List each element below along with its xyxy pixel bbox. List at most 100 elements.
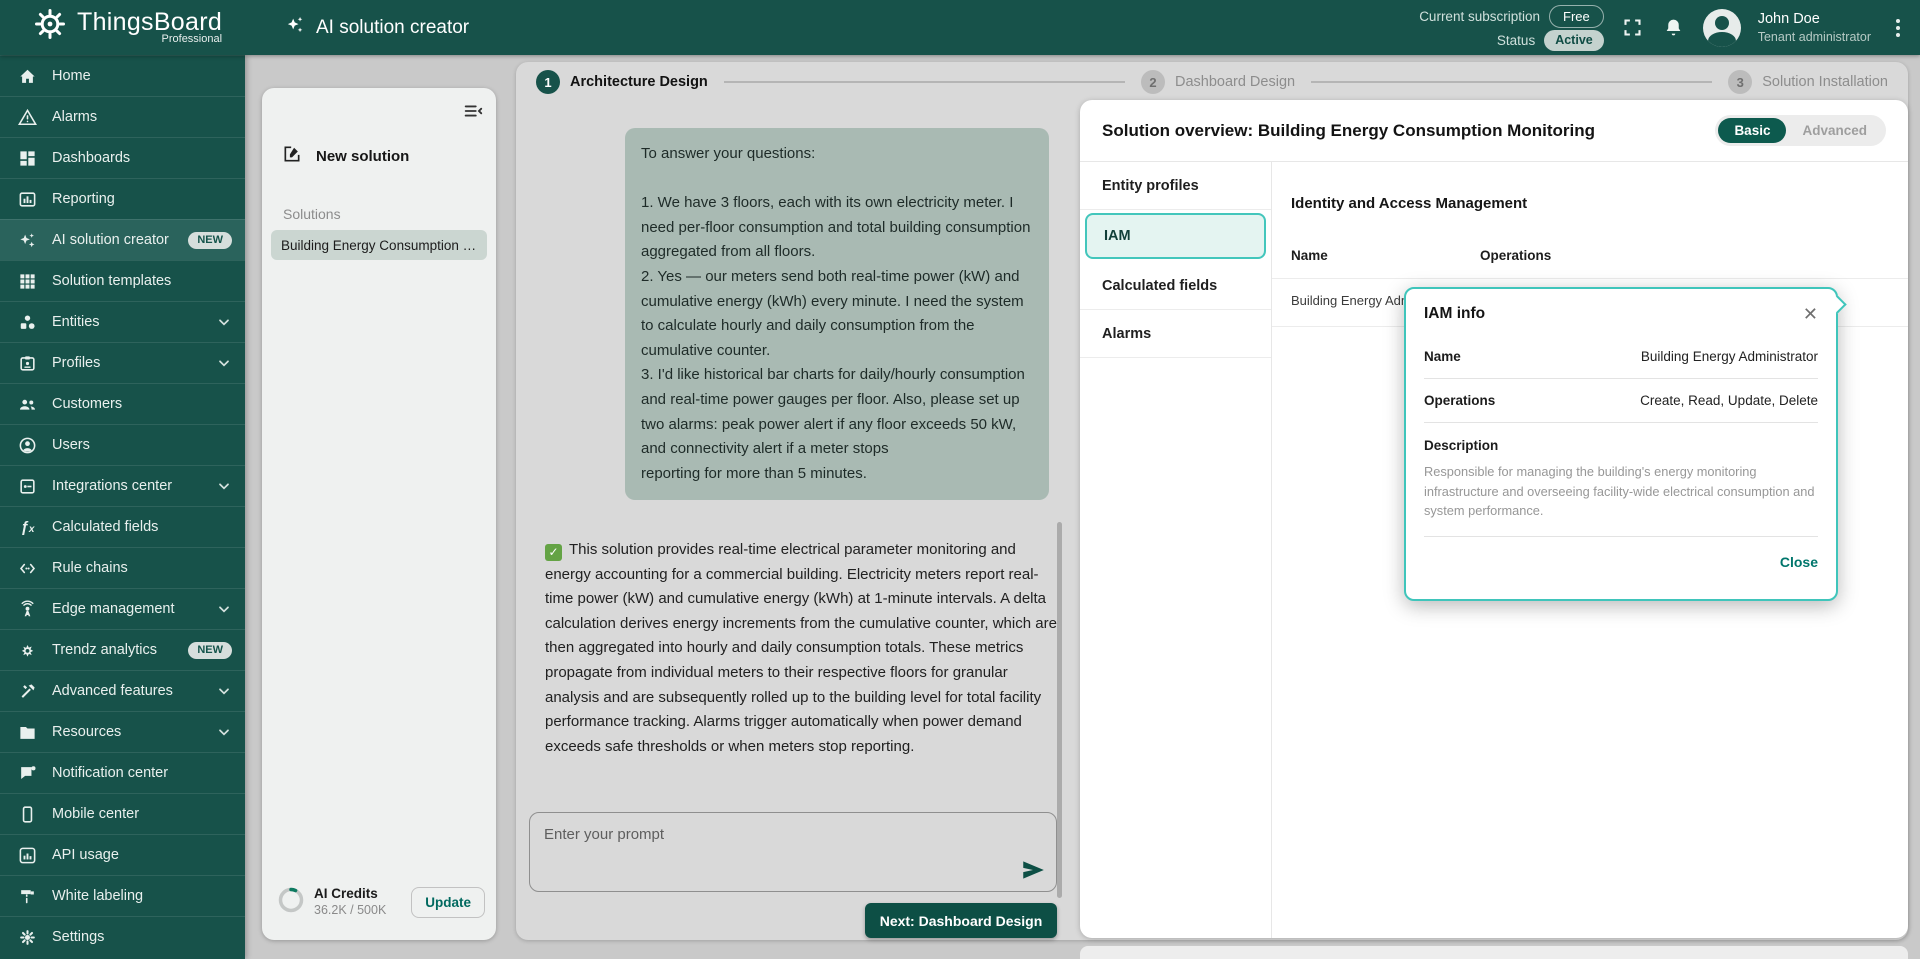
dashboards-icon	[18, 149, 37, 168]
close-icon[interactable]: ✕	[1803, 305, 1818, 323]
new-badge: NEW	[188, 642, 232, 659]
chat-scrollbar[interactable]	[1057, 522, 1062, 898]
sparkles-icon	[284, 14, 306, 42]
rule-chains-icon	[18, 559, 37, 578]
user-name: John Doe	[1758, 10, 1871, 28]
iam-info-popup: IAM info ✕ NameBuilding Energy Administr…	[1404, 287, 1838, 601]
column-header-operations: Operations	[1480, 248, 1551, 263]
sidebar-item-label: API usage	[52, 847, 119, 863]
sidebar-item-home[interactable]: Home	[0, 55, 245, 96]
sidebar-item-resources[interactable]: Resources	[0, 711, 245, 752]
popup-field-name: NameBuilding Energy Administrator	[1424, 335, 1818, 379]
step-connector	[724, 81, 1125, 83]
gear-icon	[18, 928, 37, 947]
tab-calculated-fields[interactable]: Calculated fields	[1080, 262, 1271, 310]
new-solution-button[interactable]: New solution	[282, 144, 409, 168]
sidebar-item-ai-solution-creator[interactable]: AI solution creatorNEW	[0, 219, 245, 260]
brand-name: ThingsBoard	[77, 9, 222, 35]
description-text: Responsible for managing the building's …	[1424, 462, 1818, 537]
ai-credits-block: AI Credits 36.2K / 500K Update	[277, 876, 485, 928]
more-menu-icon[interactable]	[1888, 15, 1908, 41]
sidebar-item-rule-chains[interactable]: Rule chains	[0, 547, 245, 588]
tab-alarms[interactable]: Alarms	[1080, 310, 1271, 358]
sidebar-item-reporting[interactable]: Reporting	[0, 178, 245, 219]
sidebar-item-label: Profiles	[52, 355, 100, 371]
profiles-icon	[18, 354, 37, 373]
sidebar-item-white-labeling[interactable]: White labeling	[0, 875, 245, 916]
sidebar-item-label: Users	[52, 437, 90, 453]
toggle-basic[interactable]: Basic	[1718, 118, 1786, 143]
tab-entity-profiles[interactable]: Entity profiles	[1080, 162, 1271, 210]
lower-card-edge	[1080, 946, 1908, 959]
sidebar-item-alarms[interactable]: Alarms	[0, 96, 245, 137]
entities-icon	[18, 313, 37, 332]
subscription-badge[interactable]: Free	[1549, 5, 1604, 28]
sidebar-item-edge-management[interactable]: Edge management	[0, 588, 245, 629]
step-label: Dashboard Design	[1175, 74, 1295, 90]
fullscreen-icon[interactable]	[1621, 16, 1645, 40]
sidebar-item-label: Customers	[52, 396, 122, 412]
notifications-bell-icon[interactable]	[1662, 16, 1686, 40]
check-icon: ✓	[545, 544, 562, 561]
sidebar-item-label: Dashboards	[52, 150, 130, 166]
update-credits-button[interactable]: Update	[411, 887, 485, 918]
sidebar-item-label: Solution templates	[52, 273, 171, 289]
wizard-stepper: 1Architecture Design 2Dashboard Design 3So…	[516, 62, 1908, 102]
sidebar-item-solution-templates[interactable]: Solution templates	[0, 260, 245, 301]
user-info[interactable]: John Doe Tenant administrator	[1758, 10, 1871, 46]
sidebar-item-api-usage[interactable]: API usage	[0, 834, 245, 875]
user-avatar[interactable]	[1703, 9, 1741, 47]
status-label: Status	[1497, 31, 1535, 50]
brand-logo[interactable]: ThingsBoard Professional	[32, 6, 222, 47]
chevron-down-icon	[216, 601, 232, 617]
chevron-down-icon	[216, 314, 232, 330]
page-title: AI solution creator	[284, 0, 469, 55]
chevron-down-icon	[216, 355, 232, 371]
field-label: Operations	[1424, 393, 1495, 408]
next-step-button[interactable]: Next: Dashboard Design	[865, 903, 1057, 938]
thingsboard-logo-icon	[32, 6, 68, 47]
popup-field-operations: Operations Create, Read, Update, Delete	[1424, 379, 1818, 423]
field-value: Building Energy Administrator	[1641, 349, 1818, 364]
edge-icon	[18, 600, 37, 619]
sidebar-item-trendz-analytics[interactable]: Trendz analyticsNEW	[0, 629, 245, 670]
mobile-icon	[18, 805, 37, 824]
sidebar-item-settings[interactable]: Settings	[0, 916, 245, 957]
new-solution-label: New solution	[316, 148, 409, 165]
step-2[interactable]: 2Dashboard Design	[1141, 70, 1295, 94]
chevron-down-icon	[216, 724, 232, 740]
send-icon[interactable]	[1020, 857, 1046, 883]
sidebar-item-customers[interactable]: Customers	[0, 383, 245, 424]
sidebar-item-mobile-center[interactable]: Mobile center	[0, 793, 245, 834]
sidebar-item-label: Entities	[52, 314, 100, 330]
sidebar-item-entities[interactable]: Entities	[0, 301, 245, 342]
sidebar-item-notification-center[interactable]: Notification center	[0, 752, 245, 793]
solution-list-item[interactable]: Building Energy Consumption …	[271, 230, 487, 260]
popup-close-button[interactable]: Close	[1424, 554, 1818, 570]
tab-iam[interactable]: IAM	[1085, 213, 1266, 259]
sidebar-item-integrations-center[interactable]: Integrations center	[0, 465, 245, 506]
api-chart-icon	[18, 846, 37, 865]
sidebar-item-label: Advanced features	[52, 683, 173, 699]
basic-advanced-toggle: Basic Advanced	[1715, 115, 1886, 146]
field-value: Create, Read, Update, Delete	[1640, 393, 1818, 408]
credits-label: AI Credits	[314, 885, 386, 902]
chevron-down-icon	[216, 478, 232, 494]
popup-title: IAM info	[1424, 305, 1485, 323]
sidebar-item-profiles[interactable]: Profiles	[0, 342, 245, 383]
step-3[interactable]: 3Solution Installation	[1728, 70, 1888, 94]
sidebar-item-users[interactable]: Users	[0, 424, 245, 465]
user-chat-message: To answer your questions: 1. We have 3 f…	[625, 128, 1049, 500]
toggle-advanced[interactable]: Advanced	[1786, 118, 1883, 143]
templates-icon	[18, 272, 37, 291]
collapse-panel-icon[interactable]	[462, 100, 484, 127]
sidebar-item-advanced-features[interactable]: Advanced features	[0, 670, 245, 711]
sidebar-item-calculated-fields[interactable]: ƒxCalculated fields	[0, 506, 245, 547]
sidebar-item-label: Notification center	[52, 765, 168, 781]
prompt-input[interactable]	[530, 813, 1056, 891]
sidebar-item-dashboards[interactable]: Dashboards	[0, 137, 245, 178]
step-1[interactable]: 1Architecture Design	[536, 70, 708, 94]
sidebar-item-label: Alarms	[52, 109, 97, 125]
sidebar-item-label: Reporting	[52, 191, 115, 207]
sidebar-item-label: Home	[52, 68, 91, 84]
